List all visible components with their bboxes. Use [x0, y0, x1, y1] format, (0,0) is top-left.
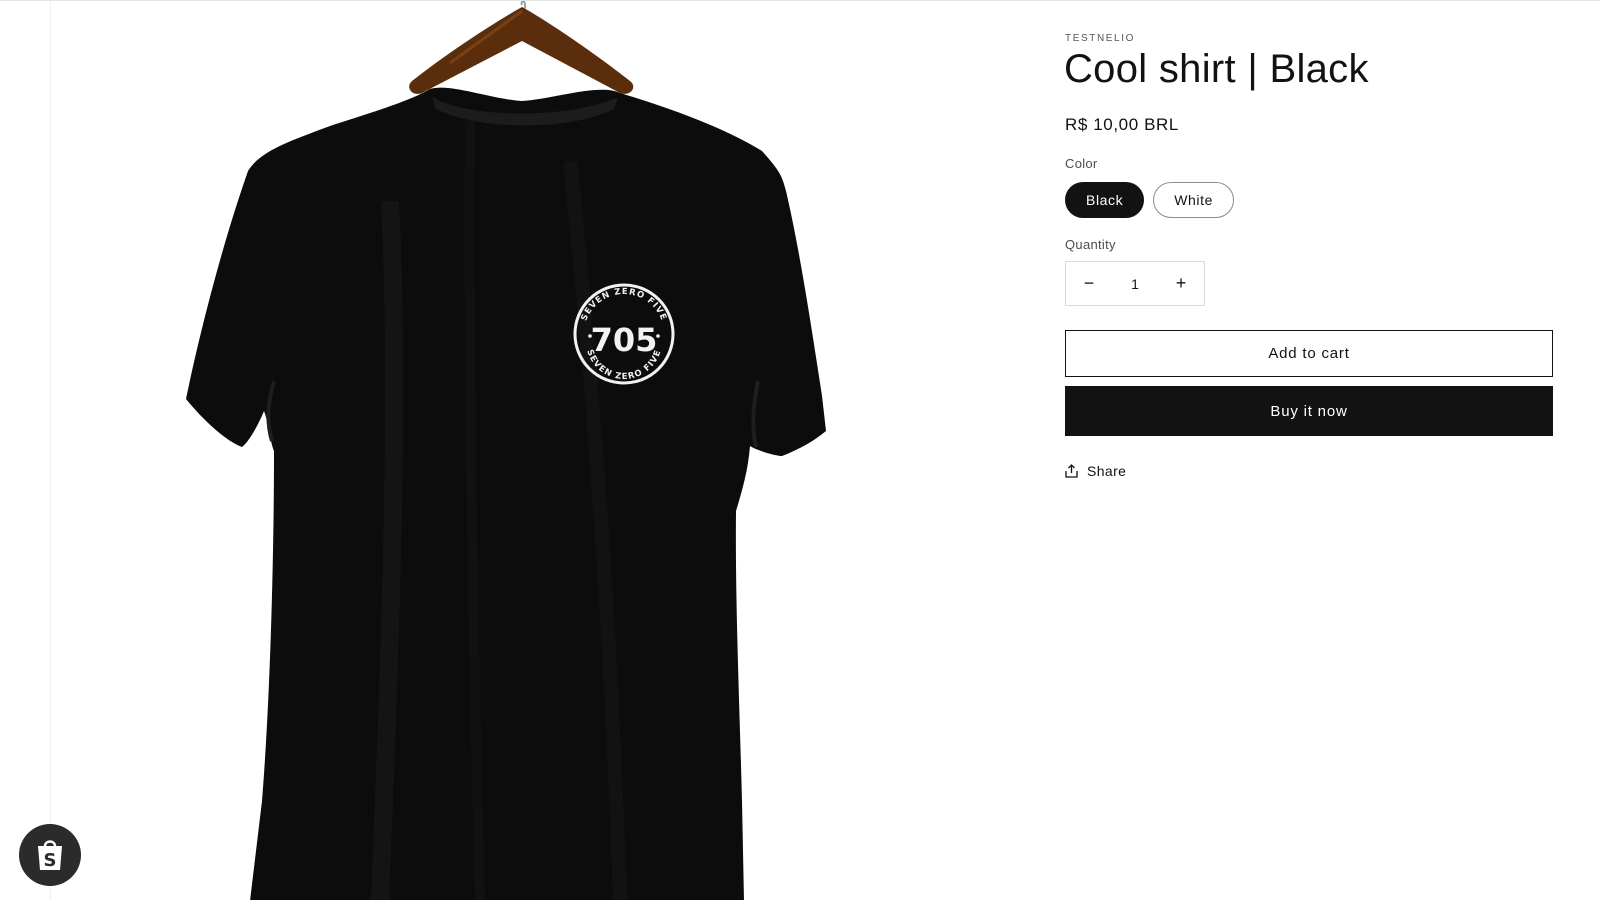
svg-text:S: S — [44, 850, 57, 871]
quantity-decrease-button[interactable]: − — [1066, 262, 1112, 305]
logo-number: 705 — [591, 321, 658, 359]
buy-it-now-button[interactable]: Buy it now — [1065, 386, 1553, 436]
quantity-increase-button[interactable]: + — [1158, 262, 1204, 305]
share-label: Share — [1087, 463, 1127, 479]
product-gallery: SEVEN ZERO FIVE SEVEN ZERO FIVE 705 — [0, 1, 1024, 900]
color-option-white[interactable]: White — [1153, 182, 1235, 218]
product-page: SEVEN ZERO FIVE SEVEN ZERO FIVE 705 TEST… — [0, 0, 1600, 900]
product-title: Cool shirt | Black — [1064, 47, 1369, 91]
shopify-badge-button[interactable]: S — [19, 824, 81, 886]
quantity-input[interactable] — [1112, 274, 1158, 293]
color-option-black[interactable]: Black — [1065, 182, 1145, 218]
quantity-label: Quantity — [1065, 237, 1116, 252]
quantity-stepper: − + — [1065, 261, 1205, 306]
product-price: R$ 10,00 BRL — [1065, 115, 1179, 134]
color-options: Black White — [1065, 182, 1235, 218]
share-button[interactable]: Share — [1065, 463, 1126, 479]
minus-icon: − — [1083, 273, 1095, 293]
gallery-divider — [50, 1, 51, 900]
add-to-cart-button[interactable]: Add to cart — [1065, 330, 1553, 377]
share-icon — [1065, 464, 1078, 478]
shopify-bag-icon: S — [38, 840, 62, 871]
product-image[interactable]: SEVEN ZERO FIVE SEVEN ZERO FIVE 705 — [150, 1, 900, 900]
plus-icon: + — [1175, 273, 1187, 293]
color-label: Color — [1065, 156, 1098, 171]
product-vendor: TESTNELIO — [1065, 33, 1135, 44]
